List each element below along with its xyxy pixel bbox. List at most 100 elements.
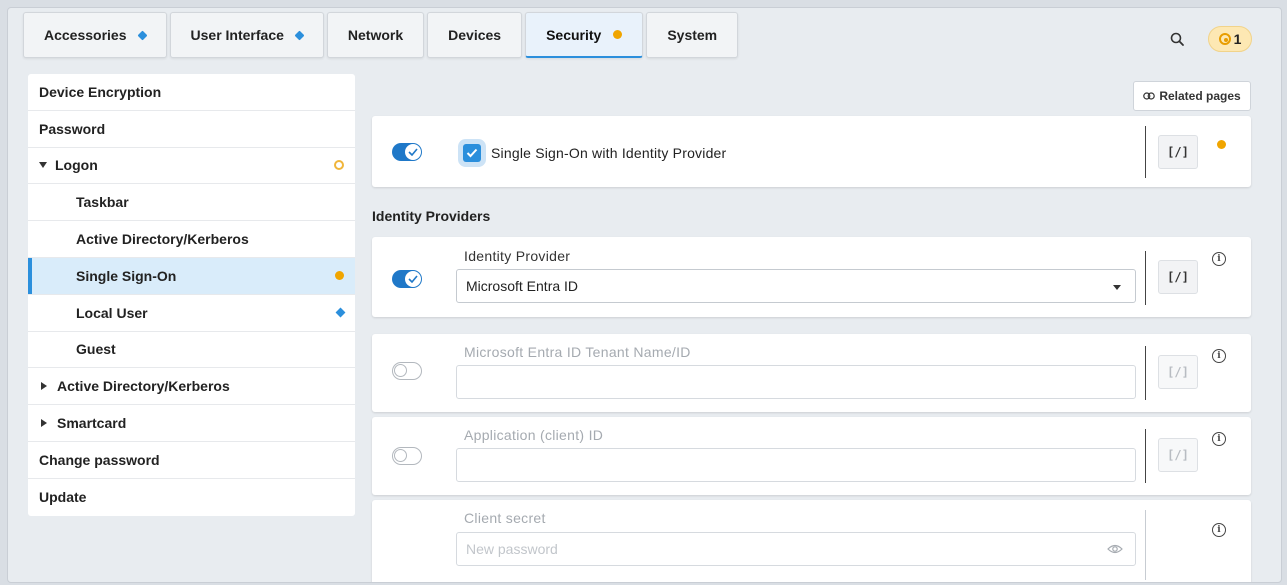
sidebar-item-device-encryption[interactable]: Device Encryption	[28, 74, 355, 111]
tab-user-interface[interactable]: User Interface	[169, 12, 324, 58]
info-icon[interactable]: i	[1212, 252, 1226, 266]
sidebar: Device Encryption Password Logon Taskbar…	[28, 74, 355, 516]
sso-checkbox-label: Single Sign-On with Identity Provider	[491, 145, 727, 161]
modified-dot-icon	[1217, 140, 1226, 149]
info-icon[interactable]: i	[1212, 432, 1226, 446]
sso-enable-toggle[interactable]	[392, 143, 422, 161]
notification-badge[interactable]: 1	[1208, 26, 1252, 52]
notification-count: 1	[1233, 31, 1242, 47]
expand-down-icon	[39, 162, 47, 169]
sidebar-item-label: Taskbar	[76, 194, 129, 211]
divider	[1145, 510, 1146, 580]
tab-label: User Interface	[190, 27, 284, 43]
link-icon	[1143, 92, 1156, 100]
client-secret-card: Client secret New password i	[372, 500, 1251, 582]
sidebar-item-taskbar[interactable]: Taskbar	[28, 184, 355, 222]
client-secret-placeholder: New password	[466, 541, 558, 557]
notification-icon	[1218, 33, 1231, 45]
app-id-toggle[interactable]	[392, 447, 422, 465]
identity-provider-toggle[interactable]	[392, 270, 422, 288]
expand-right-icon	[41, 382, 47, 391]
tenant-label: Microsoft Entra ID Tenant Name/ID	[464, 344, 691, 360]
tab-label: Accessories	[44, 27, 127, 43]
changed-diamond-icon	[137, 30, 147, 40]
tab-devices[interactable]: Devices	[427, 12, 523, 58]
sidebar-item-single-sign-on[interactable]: Single Sign-On	[28, 257, 355, 295]
tab-security[interactable]: Security	[525, 12, 644, 58]
sidebar-item-label: Device Encryption	[39, 83, 162, 100]
tab-accessories[interactable]: Accessories	[23, 12, 167, 58]
check-icon	[408, 275, 418, 283]
client-secret-input[interactable]: New password	[456, 532, 1136, 566]
info-icon[interactable]: i	[1212, 523, 1226, 537]
search-icon[interactable]	[1168, 30, 1188, 50]
sidebar-item-label: Smartcard	[57, 415, 127, 432]
sidebar-item-update[interactable]: Update	[28, 479, 355, 516]
sidebar-item-label: Logon	[55, 157, 98, 174]
sidebar-item-label: Update	[39, 489, 87, 506]
sidebar-item-label: Active Directory/Kerberos	[57, 378, 230, 395]
section-title: Identity Providers	[372, 208, 491, 224]
divider	[1145, 126, 1146, 178]
tenant-input[interactable]	[456, 365, 1136, 399]
script-button[interactable]: [/]	[1158, 135, 1198, 169]
sidebar-item-guest[interactable]: Guest	[28, 332, 355, 369]
divider	[1145, 429, 1146, 483]
sidebar-item-local-user[interactable]: Local User	[28, 295, 355, 332]
divider	[1145, 251, 1146, 305]
sidebar-item-logon[interactable]: Logon	[28, 148, 355, 185]
sidebar-item-ad-kerberos[interactable]: Active Directory/Kerberos	[28, 368, 355, 406]
category-tabs: Accessories User Interface Network Devic…	[23, 12, 739, 64]
related-pages-label: Related pages	[1159, 89, 1241, 103]
tab-label: Network	[347, 27, 404, 43]
identity-provider-label: Identity Provider	[464, 248, 571, 264]
eye-icon[interactable]	[1107, 543, 1123, 555]
sidebar-item-smartcard[interactable]: Smartcard	[28, 405, 355, 442]
toggle-knob	[394, 364, 407, 377]
sidebar-item-label: Single Sign-On	[76, 267, 177, 284]
sidebar-item-label: Active Directory/Kerberos	[76, 231, 249, 248]
related-pages-button[interactable]: Related pages	[1133, 81, 1251, 111]
sidebar-item-label: Change password	[39, 451, 160, 468]
identity-provider-value: Microsoft Entra ID	[466, 278, 579, 294]
script-button[interactable]: [/]	[1158, 438, 1198, 472]
modified-dot-icon	[335, 271, 344, 281]
toggle-knob	[405, 144, 421, 160]
tenant-toggle[interactable]	[392, 362, 422, 380]
changed-diamond-icon	[335, 307, 346, 318]
script-button[interactable]: [/]	[1158, 260, 1198, 294]
tab-label: Devices	[448, 27, 502, 43]
identity-provider-card: Identity Provider Microsoft Entra ID [/]…	[372, 237, 1251, 317]
client-secret-label: Client secret	[464, 510, 546, 526]
sidebar-item-change-password[interactable]: Change password	[28, 442, 355, 479]
dropdown-button[interactable]	[1107, 277, 1127, 297]
app-id-input[interactable]	[456, 448, 1136, 482]
tab-label: Security	[546, 26, 602, 43]
app-id-card: Application (client) ID [/] i	[372, 417, 1251, 495]
toggle-knob	[394, 449, 407, 462]
sidebar-item-label: Local User	[76, 304, 148, 321]
app-window: Accessories User Interface Network Devic…	[7, 7, 1282, 583]
divider	[1145, 346, 1146, 400]
sidebar-item-password[interactable]: Password	[28, 111, 355, 148]
tab-network[interactable]: Network	[326, 12, 425, 58]
info-icon[interactable]: i	[1212, 349, 1226, 363]
sidebar-item-ad-kerberos-logon[interactable]: Active Directory/Kerberos	[28, 221, 355, 258]
changed-diamond-icon	[294, 30, 305, 40]
expand-right-icon	[41, 419, 47, 428]
script-button[interactable]: [/]	[1158, 355, 1198, 389]
tab-system[interactable]: System	[646, 12, 739, 58]
tenant-card: Microsoft Entra ID Tenant Name/ID [/] i	[372, 334, 1251, 412]
modified-dot-icon	[613, 30, 623, 39]
toggle-knob	[405, 271, 421, 287]
sidebar-item-label: Guest	[76, 341, 116, 358]
chevron-down-icon	[1113, 284, 1121, 290]
identity-provider-select[interactable]: Microsoft Entra ID	[456, 269, 1136, 303]
sidebar-item-label: Password	[39, 120, 106, 137]
check-icon	[466, 148, 478, 158]
check-icon	[408, 148, 418, 156]
sso-setting-card: Single Sign-On with Identity Provider [/…	[372, 116, 1251, 187]
modified-ring-icon	[334, 160, 344, 171]
app-id-label: Application (client) ID	[464, 427, 604, 443]
sso-checkbox[interactable]	[463, 144, 481, 162]
